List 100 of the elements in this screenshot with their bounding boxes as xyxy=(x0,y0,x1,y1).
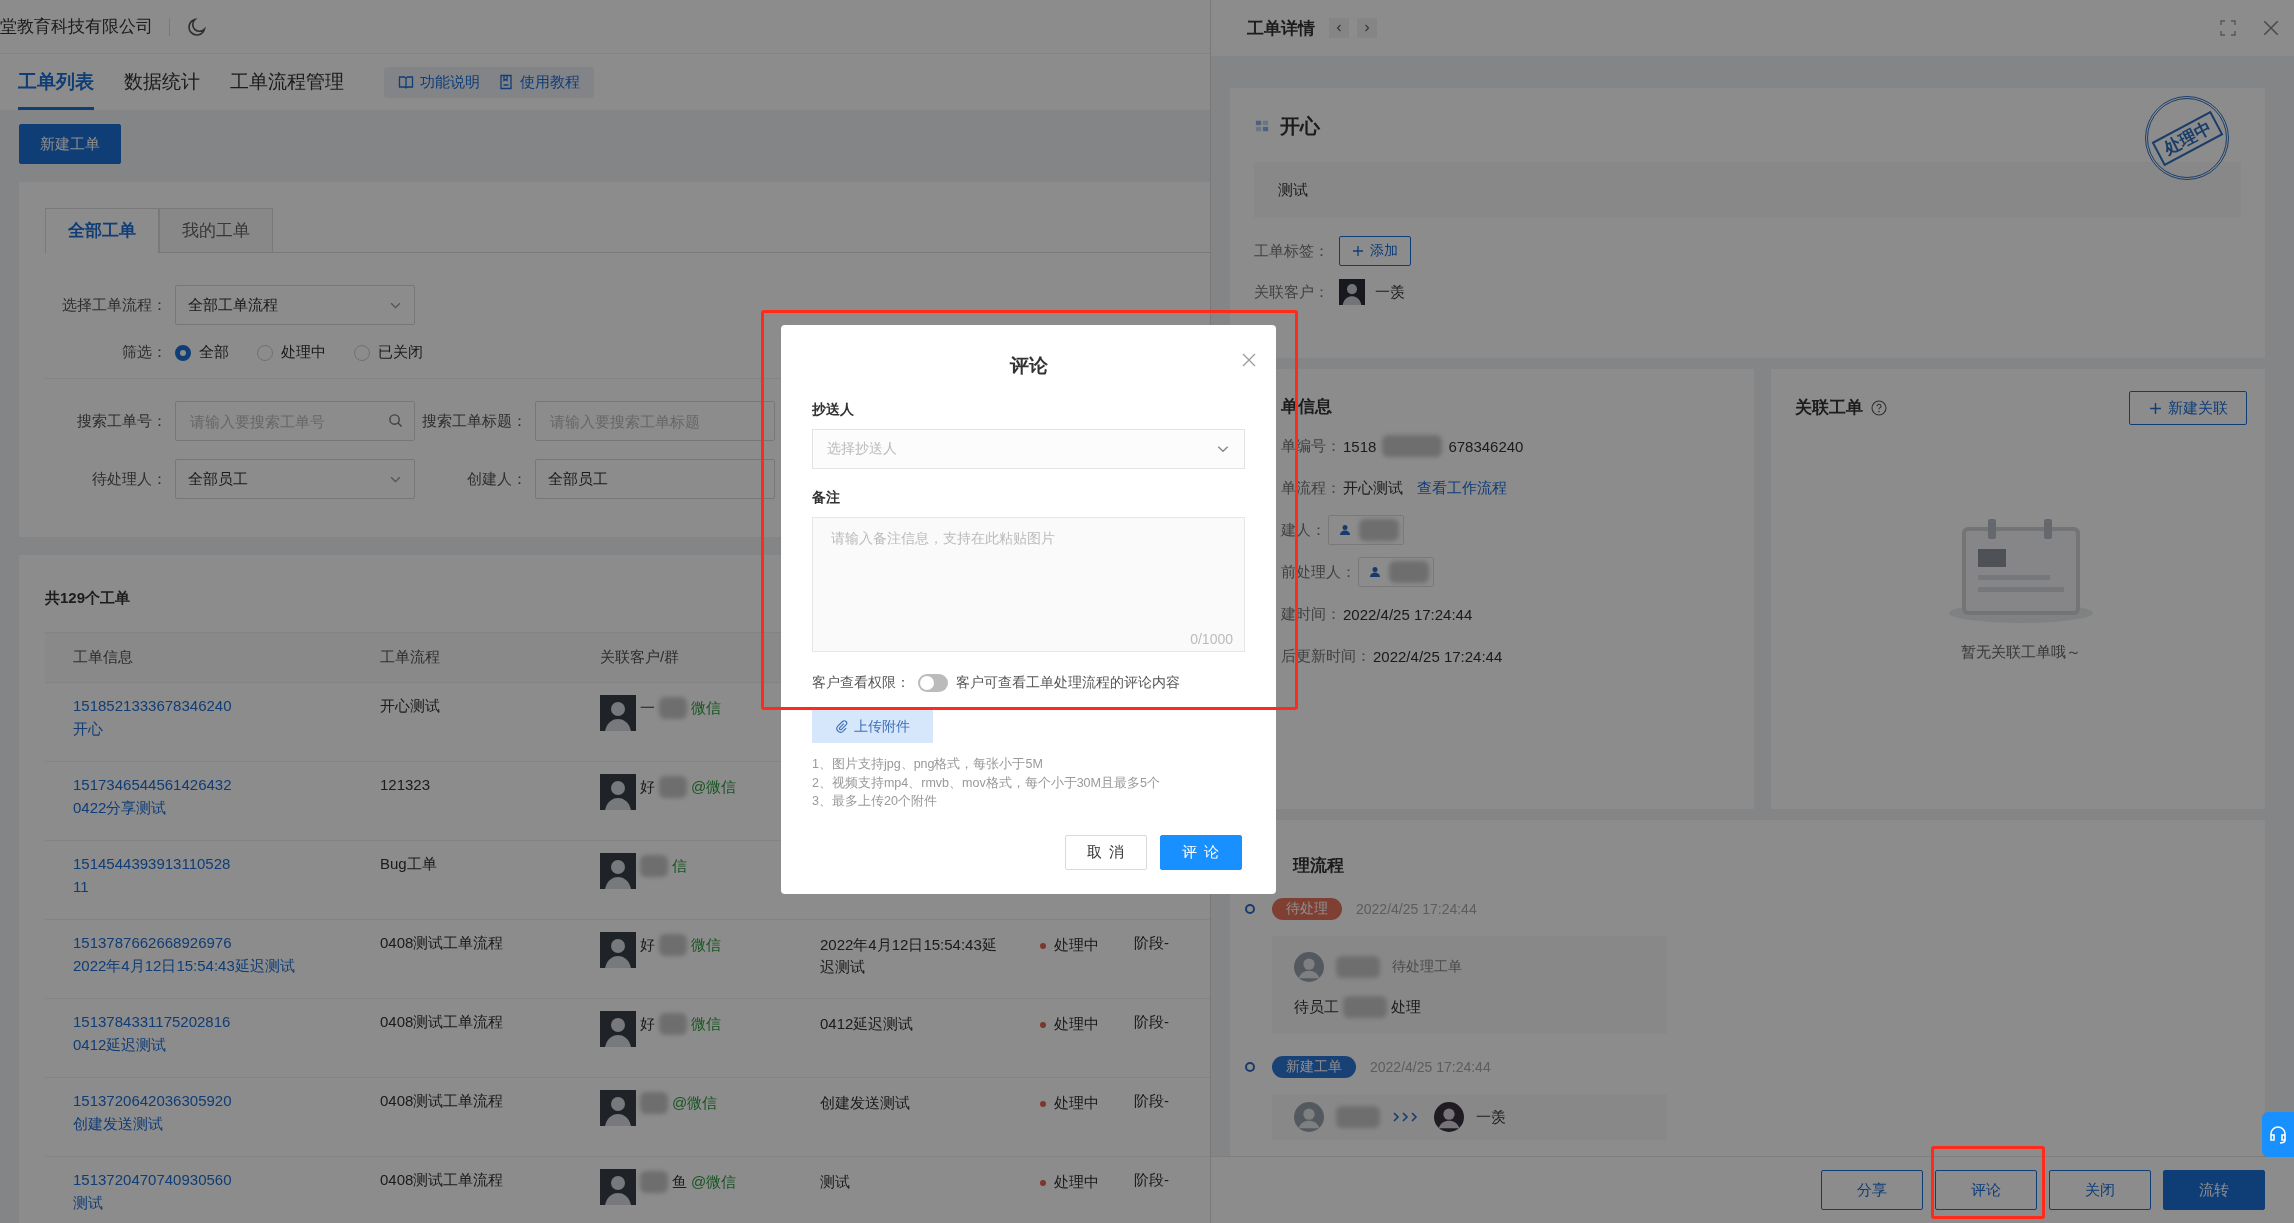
nav-tab[interactable]: 工单流程管理 xyxy=(230,54,344,110)
ticket-title-link[interactable]: 开心 xyxy=(73,720,103,739)
avatar-icon xyxy=(600,1169,636,1205)
nav-tab[interactable]: 工单列表 xyxy=(18,54,94,110)
table-cell: 阶段- xyxy=(1134,1092,1169,1111)
blurred-text xyxy=(659,697,687,719)
ticket-id-link[interactable]: 1513720470740930560 xyxy=(73,1171,232,1188)
section-title: 理流程 xyxy=(1293,855,1345,877)
field-label: 抄送人 xyxy=(812,401,855,419)
blurred-text xyxy=(659,776,687,798)
add-tag-button[interactable]: 添加 xyxy=(1339,236,1411,266)
footer-button[interactable]: 分享 xyxy=(1821,1170,1923,1210)
footer-button[interactable]: 关闭 xyxy=(2049,1170,2151,1210)
footer-button[interactable]: 流转 xyxy=(2163,1170,2265,1210)
toggle-hint: 客户可查看工单处理流程的评论内容 xyxy=(956,674,1180,692)
assignee-select[interactable]: 全部员工 xyxy=(175,459,415,499)
new-ticket-button[interactable]: 新建工单 xyxy=(19,124,121,164)
ticket-title: 开心 xyxy=(1280,113,1320,139)
previous-button[interactable] xyxy=(1329,18,1349,38)
blurred-text xyxy=(1336,956,1380,978)
creator-select[interactable]: 全部员工 xyxy=(535,459,775,499)
ticket-id-link[interactable]: 1513720642036305920 xyxy=(73,1092,232,1109)
help-link[interactable]: 功能说明 xyxy=(398,72,480,92)
radio-option[interactable]: 已关闭 xyxy=(354,343,423,362)
field-label: 建人： xyxy=(1281,520,1326,540)
ticket-title-link[interactable]: 2022年4月12日15:54:43延迟测试 xyxy=(73,957,295,976)
cc-select[interactable]: 选择抄送人 xyxy=(812,429,1245,469)
close-icon[interactable] xyxy=(2262,19,2280,37)
close-icon[interactable] xyxy=(1242,353,1256,367)
table-cell: 0408测试工单流程 xyxy=(380,1171,504,1190)
field-value: 2022/4/25 17:24:44 xyxy=(1373,647,1503,665)
blurred-text xyxy=(659,1013,687,1035)
status-dot xyxy=(1040,942,1046,949)
ticket-id-link[interactable]: 1518521333678346240 xyxy=(73,697,232,714)
table-cell-text: 测试 xyxy=(820,1172,850,1192)
ticket-id-link[interactable]: 1513787662668926976 xyxy=(73,934,232,951)
ticket-title-link[interactable]: 0412延迟测试 xyxy=(73,1036,167,1055)
avatar-icon xyxy=(600,853,636,889)
support-button[interactable] xyxy=(2262,1112,2294,1157)
ticket-title-link[interactable]: 11 xyxy=(73,878,89,895)
blurred-text xyxy=(1389,561,1429,583)
customer-name: 一 xyxy=(640,698,655,718)
avatar-icon xyxy=(600,695,636,731)
field-label: 选择工单流程： xyxy=(61,295,168,315)
footer-button[interactable]: 评论 xyxy=(1935,1170,2037,1210)
blurred-text xyxy=(1343,996,1387,1018)
field-value: 1518 xyxy=(1343,437,1377,455)
blurred-text xyxy=(640,1092,668,1114)
status-dot xyxy=(1040,1179,1046,1186)
ticket-id-link[interactable]: 1514544393913110528 xyxy=(73,855,231,872)
table-cell: 阶段- xyxy=(1134,934,1169,953)
field-value: 2022/4/25 17:24:44 xyxy=(1343,605,1473,623)
list-tab[interactable]: 我的工单 xyxy=(159,208,273,252)
ticket-id-link[interactable]: 1517346544561426432 xyxy=(73,776,232,793)
upload-note: 1、图片支持jpg、png格式，每张小于5M xyxy=(812,756,1044,773)
fullscreen-icon[interactable] xyxy=(2220,20,2236,36)
toggle-switch[interactable] xyxy=(918,674,948,692)
customer-name: 好 xyxy=(640,777,655,797)
field-label: 备注 xyxy=(812,489,841,507)
help-icon[interactable] xyxy=(1870,400,1887,416)
customer-name: 好 xyxy=(640,1014,655,1034)
table-cell: 0408测试工单流程 xyxy=(380,1092,504,1111)
workflow-link[interactable]: 查看工作流程 xyxy=(1417,478,1507,498)
ticket-title-link[interactable]: 创建发送测试 xyxy=(73,1115,163,1134)
empty-message: 暂无关联工单哦～ xyxy=(1960,643,2081,662)
status-label: 处理中 xyxy=(1054,1015,1099,1034)
field-label: 筛选： xyxy=(121,343,168,362)
dialog-button[interactable]: 取 消 xyxy=(1065,834,1147,870)
blurred-text xyxy=(1336,1106,1380,1128)
search-icon[interactable] xyxy=(388,413,403,428)
new-link-button[interactable]: 新建关联 xyxy=(2129,391,2247,425)
help-link[interactable]: 使用教程 xyxy=(498,72,580,92)
avatar-icon xyxy=(600,1090,636,1126)
flow-select[interactable]: 全部工单流程 xyxy=(175,285,415,325)
radio-circle[interactable] xyxy=(175,344,191,361)
ticket-title-link[interactable]: 测试 xyxy=(73,1194,103,1213)
channel-label: @微信 xyxy=(691,1172,737,1192)
next-button[interactable] xyxy=(1357,18,1377,38)
column-header: 工单流程 xyxy=(379,648,441,667)
radio-option[interactable]: 全部 xyxy=(175,343,229,362)
radio-option[interactable]: 处理中 xyxy=(257,343,326,362)
nav-tab[interactable]: 数据统计 xyxy=(124,54,200,110)
status-label: 处理中 xyxy=(1054,1173,1099,1192)
ticket-title-link[interactable]: 0422分享测试 xyxy=(73,799,167,818)
field-label: 创建人： xyxy=(466,469,528,489)
upload-note: 3、最多上传20个附件 xyxy=(812,793,938,810)
step-note: 处理 xyxy=(1391,997,1421,1017)
blurred-text xyxy=(640,855,668,877)
upload-button[interactable]: 上传附件 xyxy=(812,710,933,743)
avatar-icon xyxy=(1339,279,1365,305)
section-title: 关联工单 xyxy=(1794,397,1863,419)
person-icon xyxy=(1369,566,1381,578)
customer-name: 一羡 xyxy=(1375,282,1405,302)
field-label: 搜索工单标题： xyxy=(421,411,528,431)
step-tag: 待处理 xyxy=(1272,898,1342,920)
dialog-button[interactable]: 评 论 xyxy=(1160,834,1242,870)
moon-icon[interactable] xyxy=(186,15,208,38)
ticket-id-link[interactable]: 1513784331175202816 xyxy=(73,1013,231,1030)
list-tab[interactable]: 全部工单 xyxy=(45,208,159,253)
timeline-dot xyxy=(1245,1062,1255,1072)
